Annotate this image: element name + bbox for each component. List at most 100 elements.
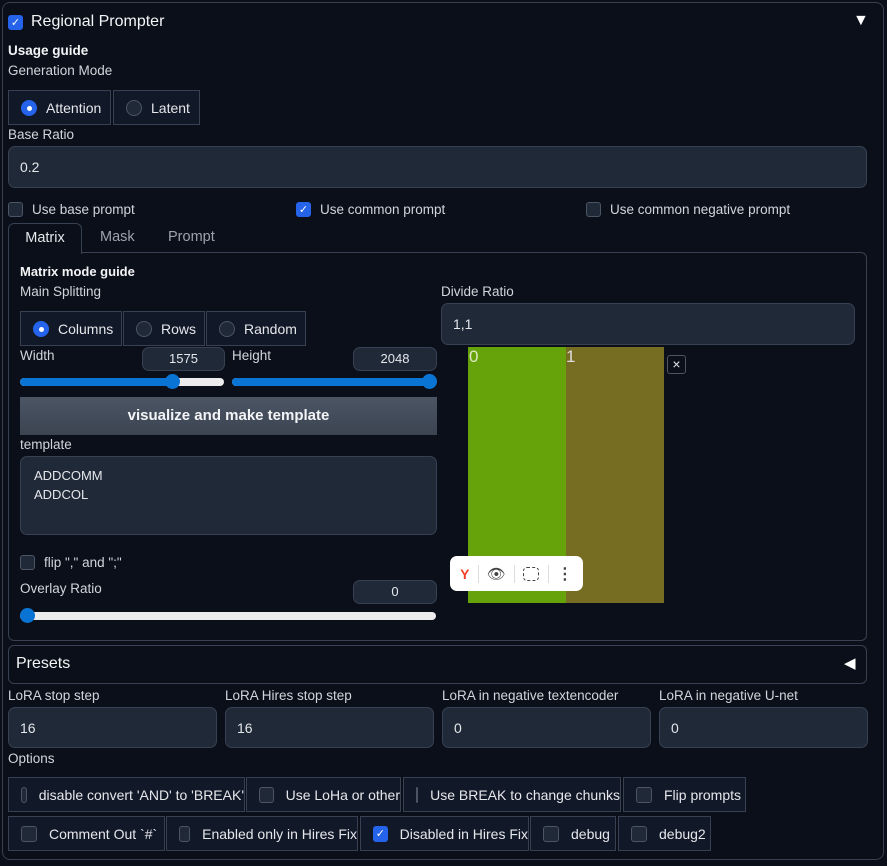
checkbox xyxy=(8,202,23,217)
tab-matrix[interactable]: Matrix xyxy=(8,223,82,254)
base-ratio-input[interactable]: 0.2 xyxy=(8,146,867,188)
option-label: Flip prompts xyxy=(664,786,742,803)
base-ratio-label: Base Ratio xyxy=(8,127,75,142)
radio-label: Latent xyxy=(151,99,190,116)
use-common-prompt-checkbox[interactable]: ✓ Use common prompt xyxy=(296,202,445,217)
matrix-mode-guide[interactable]: Matrix mode guide xyxy=(20,264,135,279)
checkbox xyxy=(543,825,559,842)
overlay-number-input[interactable]: 0 xyxy=(353,580,437,604)
template-line: ADDCOMM xyxy=(34,468,103,483)
slider-thumb[interactable] xyxy=(20,608,35,623)
checkbox xyxy=(179,825,191,842)
option-use-loha[interactable]: Use LoHa or other xyxy=(246,777,401,812)
use-base-prompt-checkbox[interactable]: Use base prompt xyxy=(8,202,135,217)
browser-image-toolbar: Y 👁 ⋮ xyxy=(450,556,583,591)
overlay-slider[interactable] xyxy=(20,608,436,623)
divide-ratio-input[interactable]: 1,1 xyxy=(441,303,855,345)
option-label: Disabled in Hires Fix xyxy=(399,825,528,842)
close-preview-button[interactable]: × xyxy=(667,355,686,374)
radio-dot xyxy=(21,99,37,116)
lora-stop-input[interactable]: 16 xyxy=(8,707,217,748)
expand-triangle-icon[interactable]: ◀ xyxy=(844,654,856,672)
checkbox xyxy=(21,786,27,803)
option-disabled-hires[interactable]: ✓ Disabled in Hires Fix xyxy=(360,816,529,851)
checkbox xyxy=(586,202,601,217)
options-label: Options xyxy=(8,751,55,766)
option-use-break[interactable]: Use BREAK to change chunks xyxy=(403,777,621,812)
option-label: debug2 xyxy=(659,825,706,842)
width-slider[interactable] xyxy=(20,374,224,389)
radio-rows[interactable]: Rows xyxy=(123,311,205,346)
visualize-button[interactable]: visualize and make template xyxy=(20,397,437,435)
option-label: disable convert 'AND' to 'BREAK' xyxy=(38,786,244,803)
radio-dot xyxy=(126,99,142,116)
option-enabled-hires[interactable]: Enabled only in Hires Fix xyxy=(166,816,358,851)
flip-checkbox[interactable]: flip "," and ";" xyxy=(20,555,122,570)
checkbox xyxy=(636,786,652,803)
tab-mask[interactable]: Mask xyxy=(100,229,135,245)
option-debug2[interactable]: debug2 xyxy=(618,816,711,851)
lora-hires-stop-label: LoRA Hires stop step xyxy=(225,688,352,703)
radio-latent[interactable]: Latent xyxy=(113,90,200,125)
radio-label: Random xyxy=(244,320,297,337)
checkbox xyxy=(631,825,647,842)
option-comment-out[interactable]: Comment Out `#` xyxy=(8,816,165,851)
generation-mode-label: Generation Mode xyxy=(8,63,113,78)
option-label: Use LoHa or other xyxy=(285,786,400,803)
option-label: debug xyxy=(571,825,610,842)
template-textarea[interactable]: ADDCOMM ADDCOL xyxy=(20,456,437,535)
checkbox-label: Use common prompt xyxy=(320,202,446,217)
lora-neg-unet-input[interactable]: 0 xyxy=(659,707,868,748)
collapse-triangle-icon[interactable]: ▼ xyxy=(853,12,869,30)
checkbox-label: Use base prompt xyxy=(32,202,135,217)
main-splitting-label: Main Splitting xyxy=(20,284,102,299)
lora-neg-textencoder-label: LoRA in negative textencoder xyxy=(442,688,619,703)
width-number-input[interactable]: 1575 xyxy=(142,347,225,371)
checkbox: ✓ xyxy=(373,825,388,842)
height-number-input[interactable]: 2048 xyxy=(353,347,437,371)
checkbox-label: flip "," and ";" xyxy=(44,555,122,570)
eye-icon[interactable]: 👁 xyxy=(487,565,506,583)
radio-columns[interactable]: Columns xyxy=(20,311,122,346)
enable-checkbox[interactable]: ✓ xyxy=(8,15,23,30)
option-label: Enabled only in Hires Fix xyxy=(202,825,357,842)
lora-neg-textencoder-input[interactable]: 0 xyxy=(442,707,651,748)
option-debug[interactable]: debug xyxy=(530,816,616,851)
lora-stop-label: LoRA stop step xyxy=(8,688,100,703)
radio-dot xyxy=(136,320,152,337)
presets-accordion[interactable] xyxy=(8,645,867,684)
checkbox xyxy=(416,786,419,803)
radio-random[interactable]: Random xyxy=(206,311,306,346)
radio-label: Rows xyxy=(161,320,197,337)
usage-guide[interactable]: Usage guide xyxy=(8,43,88,58)
radio-attention[interactable]: Attention xyxy=(8,90,111,125)
option-disable-convert-and[interactable]: disable convert 'AND' to 'BREAK' xyxy=(8,777,245,812)
lora-hires-stop-input[interactable]: 16 xyxy=(225,707,434,748)
more-vertical-icon[interactable]: ⋮ xyxy=(557,564,573,584)
checkbox-label: Use common negative prompt xyxy=(610,202,791,217)
option-label: Use BREAK to change chunks xyxy=(430,786,620,803)
radio-dot xyxy=(33,320,49,337)
lora-neg-unet-label: LoRA in negative U-net xyxy=(659,688,798,703)
checkbox xyxy=(21,825,37,842)
template-line: ADDCOL xyxy=(34,487,89,502)
height-slider[interactable] xyxy=(232,374,437,389)
checkbox xyxy=(259,786,274,803)
presets-title: Presets xyxy=(16,655,71,672)
panel-title: Regional Prompter xyxy=(31,13,165,30)
checkbox: ✓ xyxy=(296,202,311,217)
slider-thumb[interactable] xyxy=(165,374,180,389)
width-label: Width xyxy=(20,348,55,363)
option-flip-prompts[interactable]: Flip prompts xyxy=(623,777,746,812)
slider-fill xyxy=(232,378,436,386)
slider-thumb[interactable] xyxy=(422,374,437,389)
overlay-ratio-label: Overlay Ratio xyxy=(20,581,102,596)
use-common-negative-checkbox[interactable]: Use common negative prompt xyxy=(586,202,790,217)
camera-icon[interactable] xyxy=(523,566,540,581)
divide-ratio-label: Divide Ratio xyxy=(441,284,514,299)
tab-prompt[interactable]: Prompt xyxy=(168,229,215,245)
radio-label: Attention xyxy=(46,99,102,116)
radio-dot xyxy=(219,320,235,337)
template-label: template xyxy=(20,437,72,452)
yandex-icon[interactable]: Y xyxy=(460,566,469,582)
